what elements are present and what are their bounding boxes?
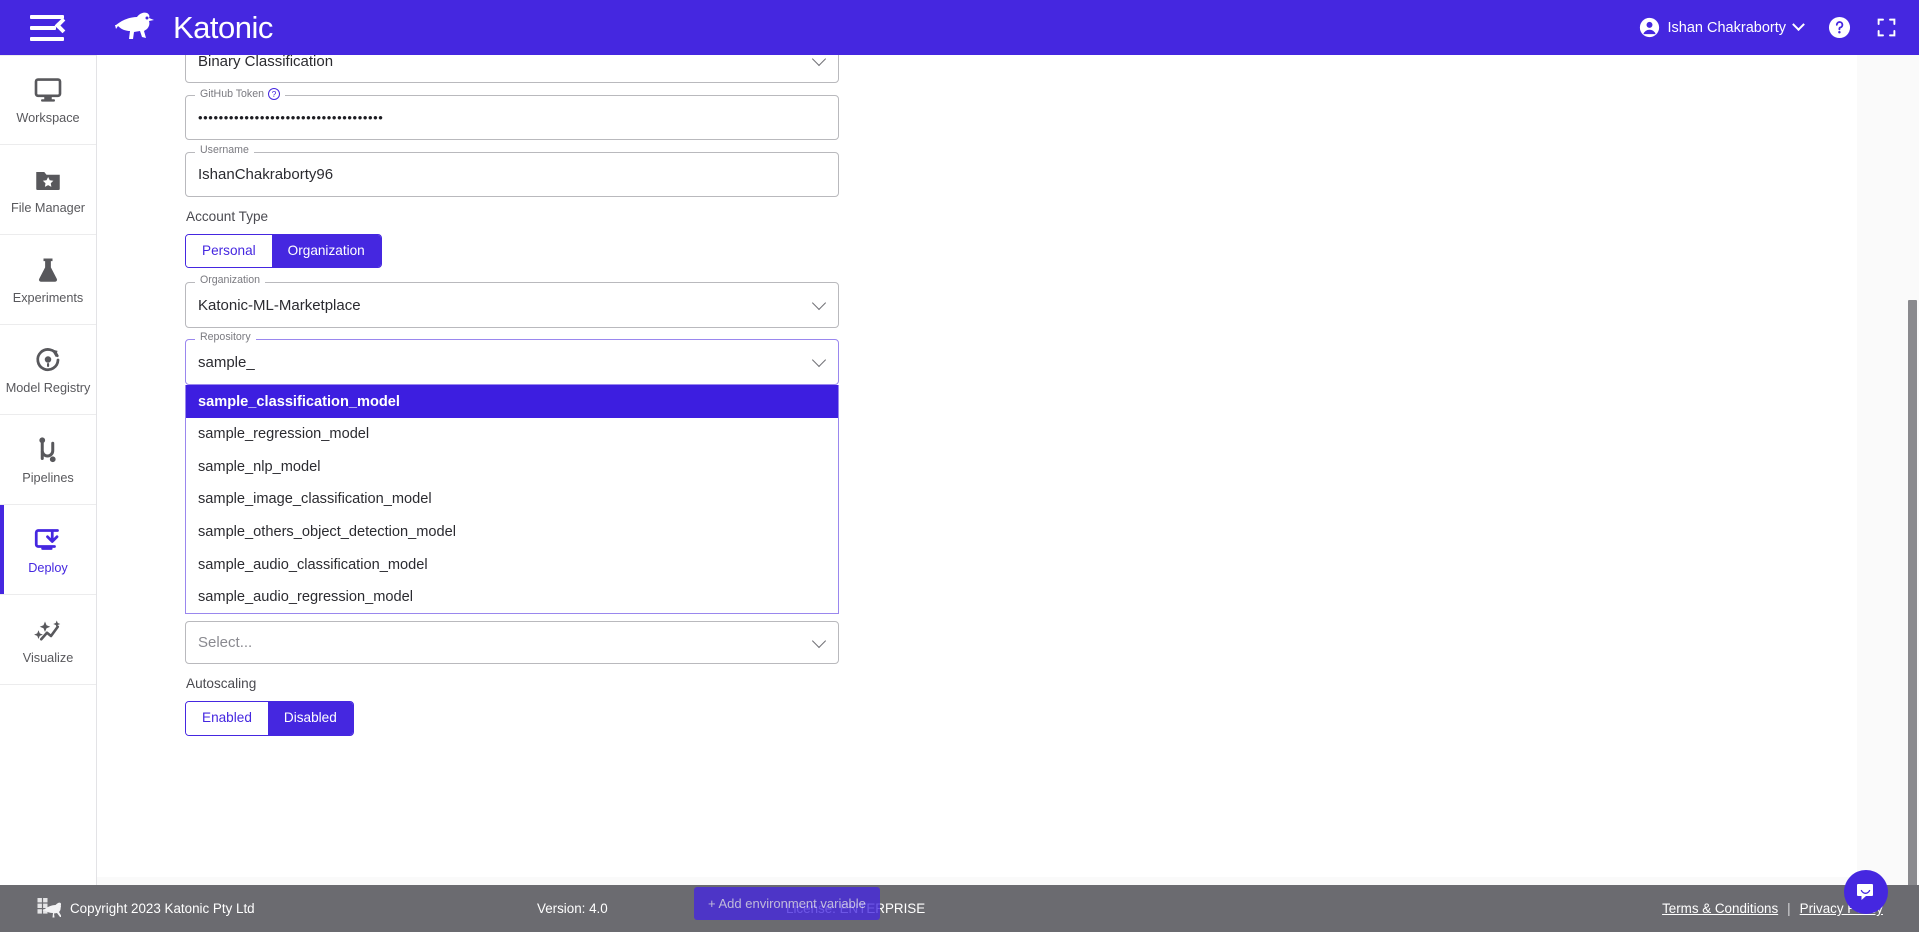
brand-logo-link[interactable]: Katonic xyxy=(112,10,273,46)
sidebar-item-label: File Manager xyxy=(10,200,86,215)
autoscaling-label: Autoscaling xyxy=(186,676,257,692)
autoscaling-toggle-group: Enabled Disabled xyxy=(185,701,354,736)
repository-option[interactable]: sample_audio_regression_model xyxy=(186,581,838,614)
help-circle-icon[interactable]: ? xyxy=(268,88,280,100)
sparkle-chart-icon xyxy=(34,620,61,641)
chat-launcher-button[interactable] xyxy=(1844,870,1888,914)
copyright-text: Copyright 2023 Katonic Pty Ltd xyxy=(70,901,255,916)
flask-icon xyxy=(38,258,58,282)
github-token-field[interactable]: GitHub Token ? •••••••••••••••••••••••••… xyxy=(185,88,839,140)
username-value: IshanChakraborty96 xyxy=(198,166,334,183)
left-sidebar: Workspace File Manager Experiments Model… xyxy=(0,55,97,932)
github-token-label: GitHub Token ? xyxy=(195,88,285,100)
repository-option[interactable]: sample_regression_model xyxy=(186,418,838,451)
avatar-icon xyxy=(1639,17,1659,38)
sidebar-item-workspace[interactable]: Workspace xyxy=(0,55,96,145)
model-refresh-icon xyxy=(36,347,60,371)
sidebar-item-deploy[interactable]: Deploy xyxy=(0,505,96,595)
folder-star-icon xyxy=(36,171,60,190)
sidebar-item-label: Deploy xyxy=(28,560,68,575)
version-text: Version: 4.0 xyxy=(537,901,608,916)
account-type-label: Account Type xyxy=(186,209,269,224)
add-environment-variable-button[interactable]: + Add environment variable xyxy=(694,887,880,920)
organization-field[interactable]: Organization Katonic-ML-Marketplace xyxy=(185,275,839,329)
deploy-download-icon xyxy=(34,528,59,550)
page-footer: Copyright 2023 Katonic Pty Ltd Version: … xyxy=(0,885,1919,932)
sidebar-item-experiments[interactable]: Experiments xyxy=(0,235,96,325)
content-scrollbar-thumb[interactable] xyxy=(1908,300,1917,930)
content-scrollbar-track[interactable] xyxy=(1906,55,1919,932)
repository-option[interactable]: sample_classification_model xyxy=(186,385,838,418)
repository-field[interactable]: Repository sample_ xyxy=(185,332,839,386)
organization-label: Organization xyxy=(195,275,266,286)
sidebar-item-label: Workspace xyxy=(16,111,80,126)
sidebar-item-pipelines[interactable]: Pipelines xyxy=(0,415,96,505)
repository-option[interactable]: sample_nlp_model xyxy=(186,451,838,484)
account-type-toggle-group: Personal Organization xyxy=(185,234,382,269)
katonic-mark-icon xyxy=(37,897,61,917)
username-label: Username xyxy=(195,145,254,156)
footer-link-separator: | xyxy=(1787,901,1791,916)
model-type-value: Binary Classification xyxy=(198,55,334,70)
account-type-option-organization[interactable]: Organization xyxy=(271,235,381,268)
kangaroo-logo-icon xyxy=(115,12,154,39)
github-token-label-text: GitHub Token xyxy=(200,87,264,100)
help-circle-icon[interactable] xyxy=(1828,16,1851,39)
collapse-chevron-icon xyxy=(54,17,71,33)
model-type-field[interactable]: Binary Classification xyxy=(185,55,839,83)
header-actions: Ishan Chakraborty xyxy=(1639,16,1897,39)
hamburger-icon[interactable] xyxy=(30,14,71,41)
main-content: Binary Classification GitHub Token ? •••… xyxy=(97,55,1919,932)
pipeline-icon xyxy=(39,437,56,462)
autoscaling-option-disabled[interactable]: Disabled xyxy=(267,702,353,735)
user-menu[interactable]: Ishan Chakraborty xyxy=(1639,17,1805,38)
chevron-down-icon xyxy=(1792,18,1805,32)
model-deploy-form: Binary Classification GitHub Token ? •••… xyxy=(185,55,839,736)
repository-option[interactable]: sample_audio_classification_model xyxy=(186,548,838,581)
monitor-icon xyxy=(34,78,62,102)
repository-dropdown-menu: sample_classification_model sample_regres… xyxy=(185,385,839,615)
chat-bubble-icon xyxy=(1857,884,1873,900)
brand-name: Katonic xyxy=(173,9,273,45)
top-header: Katonic Ishan Chakraborty xyxy=(0,0,1919,55)
branch-select-field[interactable]: Select... xyxy=(185,621,839,665)
app-root: Katonic Ishan Chakraborty Workspace File… xyxy=(0,0,1919,932)
organization-value: Katonic-ML-Marketplace xyxy=(198,296,361,314)
github-token-value: •••••••••••••••••••••••••••••••••••• xyxy=(198,110,384,125)
username-field[interactable]: Username IshanChakraborty96 xyxy=(185,145,839,197)
autoscaling-option-enabled[interactable]: Enabled xyxy=(186,702,268,735)
branch-select-placeholder: Select... xyxy=(198,634,253,652)
sidebar-item-label: Model Registry xyxy=(5,380,91,395)
sidebar-item-file-manager[interactable]: File Manager xyxy=(0,145,96,235)
terms-and-conditions-link[interactable]: Terms & Conditions xyxy=(1662,901,1778,916)
repository-option[interactable]: sample_others_object_detection_model xyxy=(186,516,838,549)
deploy-form-panel: Binary Classification GitHub Token ? •••… xyxy=(97,55,1857,877)
sidebar-item-label: Visualize xyxy=(22,650,74,665)
fullscreen-expand-icon[interactable] xyxy=(1876,17,1897,38)
repository-label: Repository xyxy=(195,332,256,343)
sidebar-item-model-registry[interactable]: Model Registry xyxy=(0,325,96,415)
user-name-label: Ishan Chakraborty xyxy=(1667,19,1786,36)
sidebar-item-visualize[interactable]: Visualize xyxy=(0,595,96,685)
account-type-option-personal[interactable]: Personal xyxy=(186,235,272,268)
sidebar-item-label: Experiments xyxy=(12,290,84,305)
repository-input[interactable]: sample_ xyxy=(198,339,797,385)
sidebar-item-label: Pipelines xyxy=(22,470,74,485)
repository-option[interactable]: sample_image_classification_model xyxy=(186,483,838,516)
